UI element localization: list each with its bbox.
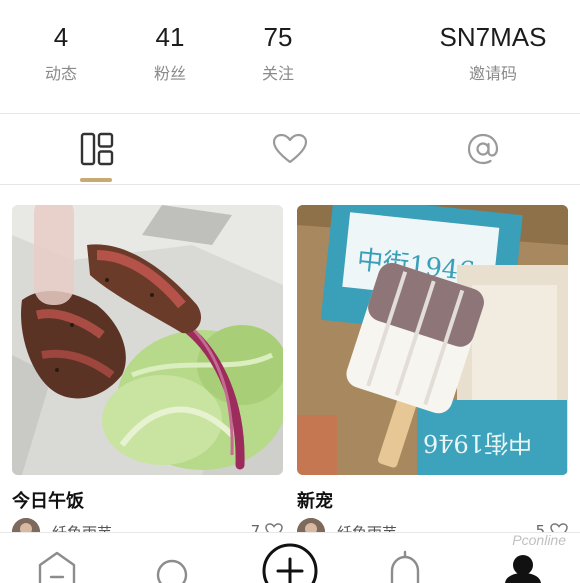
content-tabs [0,114,580,184]
stat-posts-value: 4 [53,22,69,52]
stat-followers-label: 粉丝 [153,64,186,83]
profile-page: 4 动态 41 粉丝 75 关注 SN7MAS 邀请码 今日午饭 7 中街194… [0,0,580,583]
tab-likes[interactable] [230,114,350,184]
divider-tabs [0,184,580,185]
nav-discover[interactable] [137,533,207,583]
profile-stats: 4 动态 41 粉丝 75 关注 SN7MAS 邀请码 [0,0,580,113]
bottom-navigation [0,532,580,583]
stat-following-value: 75 [263,22,293,52]
post-image[interactable]: 中街1946 中街1946 [297,205,568,475]
post-card[interactable]: 今日午饭 纤鱼雨芋 7 [12,205,283,546]
notification-bell-icon [390,550,420,583]
stat-invite-code-value: SN7MAS [439,22,547,52]
post-image[interactable] [12,205,283,475]
stat-followers-value: 41 [155,22,185,52]
stat-posts-label: 动态 [44,64,77,83]
stat-following-label: 关注 [261,64,294,83]
heart-icon [272,133,308,164]
stat-invite-code[interactable]: SN7MAS 邀请码 [418,20,568,84]
stat-following[interactable]: 75 关注 [223,20,333,84]
nav-home[interactable] [22,533,92,583]
svg-text:中街1946: 中街1946 [423,429,532,457]
home-icon [38,551,76,583]
search-icon [156,559,188,583]
watermark: Pconline [512,532,566,548]
stat-followers[interactable]: 41 粉丝 [115,20,225,84]
nav-notifications[interactable] [370,533,440,583]
post-title[interactable]: 新宠 [297,487,333,513]
post-card[interactable]: 中街1946 中街1946 新宠 5 [297,205,568,546]
active-tab-indicator [80,178,112,182]
stat-posts[interactable]: 4 动态 [6,20,116,84]
tab-posts[interactable] [37,114,157,184]
add-icon [262,543,318,583]
grid-layout-icon [80,132,114,166]
at-sign-icon [467,133,499,165]
post-title[interactable]: 今日午饭 [12,487,84,513]
stat-invite-code-label: 邀请码 [468,64,517,83]
nav-add-post[interactable] [255,533,325,583]
tab-mentions[interactable] [423,114,543,184]
